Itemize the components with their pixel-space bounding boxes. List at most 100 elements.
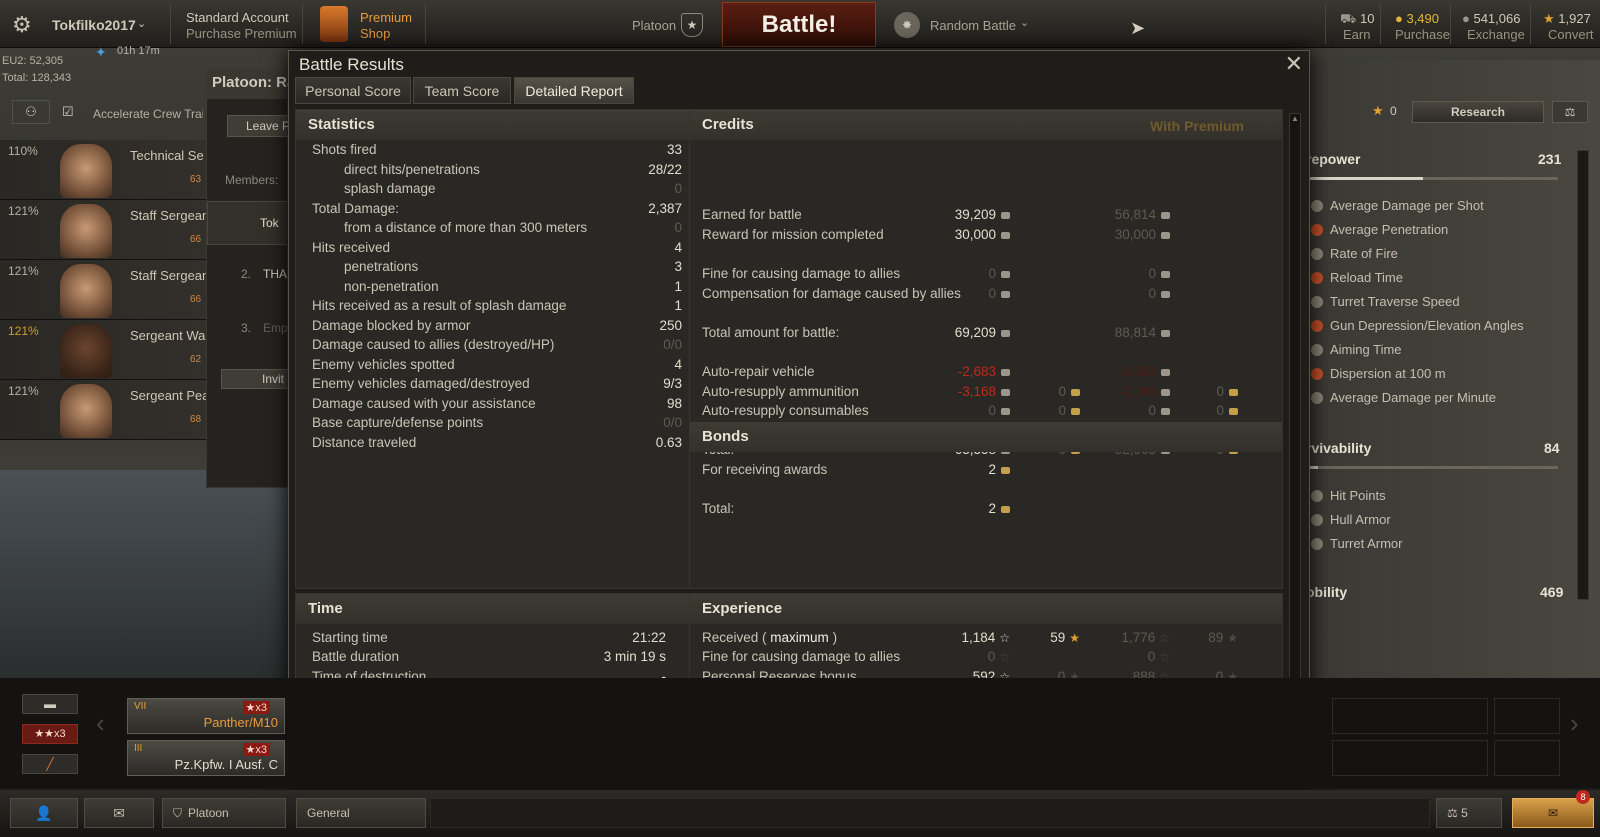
survivability-param[interactable]: Hit Points: [1330, 488, 1386, 503]
close-icon[interactable]: ✕: [1285, 51, 1303, 77]
firepower-param[interactable]: Aiming Time: [1330, 342, 1402, 357]
leave-platoon-button[interactable]: Leave P: [227, 115, 289, 137]
scroll-up-icon[interactable]: ▲: [1291, 114, 1299, 124]
crew-member[interactable]: 121% Sergeant Wa 62: [0, 320, 210, 380]
carousel-left-icon[interactable]: ‹: [96, 708, 105, 739]
invite-button[interactable]: Invit: [221, 369, 289, 389]
firepower-param[interactable]: Dispersion at 100 m: [1330, 366, 1446, 381]
stat-label: Damage caused to allies (destroyed/HP): [312, 337, 555, 352]
chevron-down-icon[interactable]: ⌄: [137, 17, 146, 30]
premium-gold-value: 0: [1188, 403, 1238, 418]
empty-slot[interactable]: [1332, 740, 1488, 776]
tank-filter-icon[interactable]: ▬: [22, 694, 78, 714]
battle-button[interactable]: Battle!: [722, 2, 876, 47]
crew-skill: 121%: [8, 204, 39, 218]
firepower-param[interactable]: Average Damage per Minute: [1330, 390, 1496, 405]
platoon-star-icon[interactable]: ★: [681, 13, 703, 37]
xp-value[interactable]: ★ 1,927: [1543, 11, 1591, 27]
battle-mode-select[interactable]: Random Battle: [930, 18, 1016, 33]
tab-detailed-report[interactable]: Detailed Report: [514, 77, 634, 104]
firepower-param[interactable]: Rate of Fire: [1330, 246, 1398, 261]
platoon-member-2[interactable]: THA: [263, 267, 287, 281]
crew-member[interactable]: 121% Sergeant Pea 68: [0, 380, 210, 440]
credits-icon: [1001, 368, 1010, 376]
crew-checkbox-icon[interactable]: ☑: [62, 104, 74, 120]
chevron-down-icon[interactable]: ⌄: [1020, 16, 1029, 29]
star-icon: ★: [1227, 631, 1238, 645]
accelerate-crew-training[interactable]: Accelerate Crew Trai: [93, 107, 203, 121]
exchange-link[interactable]: Exchange: [1467, 27, 1525, 42]
survivability-param[interactable]: Turret Armor: [1330, 536, 1402, 551]
gold-value[interactable]: ● 3,490: [1395, 11, 1439, 26]
account-type: Standard Account: [186, 10, 289, 25]
gear-icon[interactable]: ⚙: [12, 12, 32, 38]
stat-value: 9/3: [663, 376, 682, 391]
crew-member[interactable]: 121% Staff Sergeant 66: [0, 260, 210, 320]
survivability-param[interactable]: Hull Armor: [1330, 512, 1391, 527]
credits-value[interactable]: ● 541,066: [1462, 11, 1520, 26]
crew-name: Sergeant Wa: [130, 328, 206, 343]
tank-card-panther[interactable]: VII ★x3 Panther/M10: [127, 698, 285, 734]
stat-label: Hits received as a result of splash dama…: [312, 298, 567, 313]
battle-results-dialog: Battle Results ✕ Personal Score Team Sco…: [288, 50, 1310, 783]
stat-label: direct hits/penetrations: [344, 162, 480, 177]
random-battle-icon[interactable]: ✸: [894, 12, 920, 38]
platoon-label[interactable]: Platoon: [632, 18, 676, 33]
tab-personal-score[interactable]: Personal Score: [295, 77, 411, 104]
carousel-right-icon[interactable]: ›: [1570, 708, 1579, 739]
convert-link[interactable]: Convert: [1548, 27, 1594, 42]
empty-slot[interactable]: [1332, 698, 1488, 734]
credits-panel: Credits With Premium Earned for battle 39…: [689, 109, 1283, 589]
firepower-param[interactable]: Turret Traverse Speed: [1330, 294, 1460, 309]
chat-icon[interactable]: ✉: [84, 798, 154, 828]
credit-label: Auto-repair vehicle: [702, 364, 815, 379]
premium-shop-label-1[interactable]: Premium: [360, 10, 412, 25]
research-button[interactable]: Research: [1412, 101, 1544, 123]
empty-slot[interactable]: [1494, 740, 1560, 776]
chat-input[interactable]: [430, 798, 1430, 828]
contacts-icon[interactable]: 👤: [10, 798, 78, 828]
crew-member[interactable]: 110% Technical Se 63: [0, 140, 210, 200]
tank-card-pzkpfw[interactable]: III ★x3 Pz.Kpfw. I Ausf. C: [127, 740, 285, 776]
premium-credit-value: 30,000: [1070, 227, 1170, 242]
firepower-bar: [1308, 177, 1558, 180]
credit-value: 69,209: [910, 325, 1010, 340]
xp-filter-button[interactable]: ★★x3: [22, 724, 78, 744]
crew-level: 66: [190, 294, 202, 305]
tab-team-score[interactable]: Team Score: [413, 77, 511, 104]
star-icon: ☆: [999, 650, 1010, 664]
stat-value: 0/0: [663, 337, 682, 352]
firepower-param[interactable]: Gun Depression/Elevation Angles: [1330, 318, 1524, 333]
platoon-member-1[interactable]: Tok: [207, 201, 289, 245]
crew-member[interactable]: 121% Staff Sergeant 66: [0, 200, 210, 260]
mobility-heading: obility: [1306, 584, 1348, 600]
shop-icon[interactable]: [320, 6, 348, 42]
crew-level: 66: [190, 234, 202, 245]
tech-scrollbar[interactable]: [1577, 150, 1589, 600]
sessions-button[interactable]: ⚖ 5: [1436, 798, 1502, 828]
firepower-param[interactable]: Average Damage per Shot: [1330, 198, 1484, 213]
scales-icon: ⚖: [1447, 806, 1462, 820]
firepower-param[interactable]: Average Penetration: [1330, 222, 1448, 237]
firepower-param[interactable]: Reload Time: [1330, 270, 1403, 285]
purchase-premium-link[interactable]: Purchase Premium: [186, 26, 297, 41]
platoon-channel[interactable]: ⛉ Platoon: [162, 798, 286, 828]
player-name[interactable]: Tokfilko2017: [52, 17, 136, 33]
rented-filter-icon[interactable]: ╱: [22, 754, 78, 774]
cursor-icon: ➤: [1130, 18, 1146, 38]
premium-shop-label-2[interactable]: Shop: [360, 26, 390, 41]
crew-icon[interactable]: ⚇: [12, 100, 50, 124]
premium-credit-value: 88,814: [1070, 325, 1170, 340]
stat-value: 0: [674, 220, 682, 235]
purchase-link[interactable]: Purchase: [1395, 27, 1450, 42]
credit-value: 0: [910, 286, 1010, 301]
crew-portrait: [60, 204, 112, 258]
premium-amount: -2,683: [1117, 364, 1156, 379]
earn-link[interactable]: Earn: [1343, 27, 1370, 42]
platoon-member-3[interactable]: Emp: [263, 321, 288, 335]
bonds-awards-value: 2: [930, 462, 1010, 477]
empty-slot[interactable]: [1494, 698, 1560, 734]
eu2-online: EU2: 52,305: [2, 55, 64, 67]
general-channel[interactable]: General: [296, 798, 426, 828]
compare-icon[interactable]: ⚖: [1552, 101, 1588, 123]
